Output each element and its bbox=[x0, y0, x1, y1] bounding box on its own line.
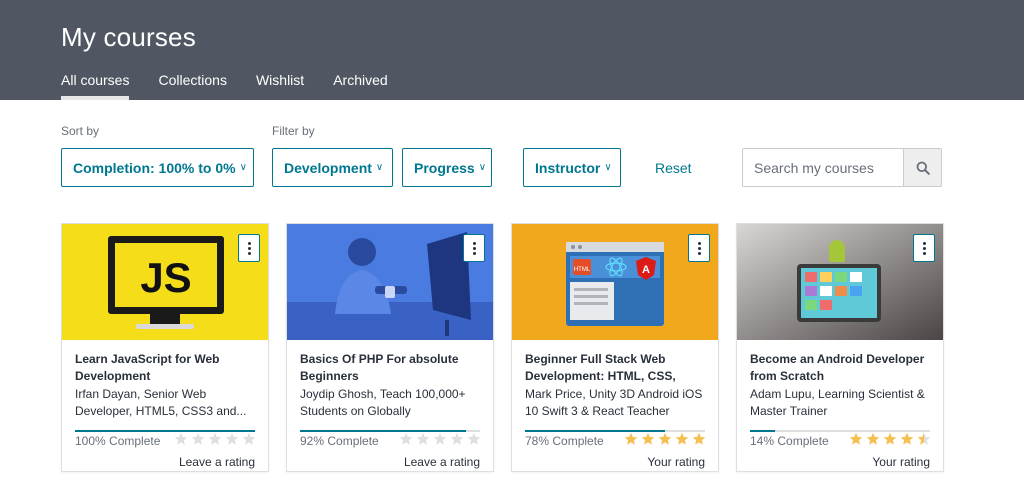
course-instructor: Mark Price, Unity 3D Android iOS 10 Swif… bbox=[525, 387, 703, 418]
progress-text: 14% Complete bbox=[750, 434, 829, 448]
course-card[interactable]: Become an Android Developer from Scratch… bbox=[736, 223, 944, 472]
star-icon[interactable] bbox=[225, 432, 239, 446]
star-icon[interactable] bbox=[675, 432, 689, 446]
progress-text: 92% Complete bbox=[300, 434, 379, 448]
course-menu-button[interactable] bbox=[463, 234, 485, 262]
search-icon bbox=[916, 161, 930, 175]
sort-dropdown-value: Completion: 100% to 0% bbox=[73, 159, 236, 176]
header-bar: My courses All courses Collections Wishl… bbox=[0, 0, 1024, 100]
star-icon[interactable] bbox=[883, 432, 897, 446]
course-menu-button[interactable] bbox=[238, 234, 260, 262]
course-instructor: Irfan Dayan, Senior Web Developer, HTML5… bbox=[75, 387, 247, 418]
chevron-down-icon: ∨ bbox=[478, 162, 487, 173]
course-card[interactable]: HTML A Beginner Full Stack Web Developme… bbox=[511, 223, 719, 472]
rating-link[interactable]: Leave a rating bbox=[179, 455, 255, 469]
star-icon[interactable] bbox=[174, 432, 188, 446]
chevron-down-icon: ∨ bbox=[604, 162, 612, 173]
star-icon[interactable] bbox=[917, 432, 931, 446]
star-icon[interactable] bbox=[849, 432, 863, 446]
progress-text: 100% Complete bbox=[75, 434, 161, 448]
page-title: My courses bbox=[61, 22, 196, 52]
progress-text: 78% Complete bbox=[525, 434, 604, 448]
course-instructor: Adam Lupu, Learning Scientist & Master T… bbox=[750, 387, 925, 418]
sort-by-label: Sort by bbox=[61, 124, 100, 138]
tab-collections[interactable]: Collections bbox=[158, 72, 226, 100]
svg-text:A: A bbox=[642, 264, 650, 276]
course-tabs: All courses Collections Wishlist Archive… bbox=[61, 72, 417, 100]
search-input[interactable] bbox=[743, 149, 903, 186]
course-title[interactable]: Beginner Full Stack Web Development: HTM… bbox=[525, 351, 710, 385]
star-rating[interactable] bbox=[846, 432, 931, 446]
course-instructor: Joydip Ghosh, Teach 100,000+ Students on… bbox=[300, 387, 466, 418]
rating-link[interactable]: Leave a rating bbox=[404, 455, 480, 469]
star-rating[interactable] bbox=[171, 432, 256, 446]
star-icon[interactable] bbox=[900, 432, 914, 446]
course-title[interactable]: Learn JavaScript for Web Development bbox=[75, 351, 260, 385]
reset-filters-link[interactable]: Reset bbox=[655, 160, 692, 176]
star-icon[interactable] bbox=[450, 432, 464, 446]
course-card[interactable]: JS Learn JavaScript for Web Development … bbox=[61, 223, 269, 472]
rating-link[interactable]: Your rating bbox=[872, 455, 930, 469]
star-rating[interactable] bbox=[396, 432, 481, 446]
star-icon[interactable] bbox=[242, 432, 256, 446]
star-icon[interactable] bbox=[433, 432, 447, 446]
star-icon[interactable] bbox=[191, 432, 205, 446]
course-menu-button[interactable] bbox=[913, 234, 935, 262]
sort-dropdown[interactable]: Completion: 100% to 0% ∨ bbox=[61, 148, 254, 187]
star-icon[interactable] bbox=[399, 432, 413, 446]
star-icon[interactable] bbox=[658, 432, 672, 446]
search-button[interactable] bbox=[903, 149, 941, 186]
svg-text:JS: JS bbox=[140, 254, 191, 301]
star-icon[interactable] bbox=[416, 432, 430, 446]
star-icon[interactable] bbox=[692, 432, 706, 446]
star-rating[interactable] bbox=[621, 432, 706, 446]
instructor-filter-dropdown[interactable]: Instructor ∨ bbox=[523, 148, 621, 187]
search-box bbox=[742, 148, 942, 187]
chevron-down-icon: ∨ bbox=[239, 162, 247, 173]
star-icon[interactable] bbox=[866, 432, 880, 446]
course-card[interactable]: Basics Of PHP For absolute Beginners Joy… bbox=[286, 223, 494, 472]
course-menu-button[interactable] bbox=[688, 234, 710, 262]
svg-text:HTML: HTML bbox=[574, 267, 591, 273]
progress-filter-dropdown[interactable]: Progress ∨ bbox=[402, 148, 492, 187]
course-title[interactable]: Become an Android Developer from Scratch bbox=[750, 351, 935, 385]
star-icon[interactable] bbox=[467, 432, 481, 446]
star-icon[interactable] bbox=[624, 432, 638, 446]
instructor-filter-value: Instructor bbox=[535, 159, 601, 176]
progress-filter-value: Progress bbox=[414, 159, 475, 176]
category-filter-value: Development bbox=[284, 159, 372, 176]
course-title[interactable]: Basics Of PHP For absolute Beginners bbox=[300, 351, 485, 385]
rating-link[interactable]: Your rating bbox=[647, 455, 705, 469]
tab-all-courses[interactable]: All courses bbox=[61, 72, 130, 100]
tab-archived[interactable]: Archived bbox=[333, 72, 387, 100]
filter-by-label: Filter by bbox=[272, 124, 315, 138]
category-filter-dropdown[interactable]: Development ∨ bbox=[272, 148, 393, 187]
star-icon[interactable] bbox=[641, 432, 655, 446]
chevron-down-icon: ∨ bbox=[375, 162, 384, 173]
tab-wishlist[interactable]: Wishlist bbox=[256, 72, 304, 100]
star-icon[interactable] bbox=[208, 432, 222, 446]
